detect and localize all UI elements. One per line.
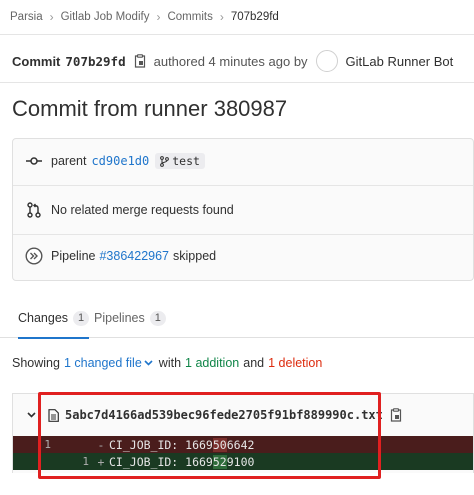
copy-icon[interactable] bbox=[390, 408, 402, 422]
divider bbox=[13, 185, 473, 186]
additions-count: 1 addition bbox=[185, 356, 240, 370]
page-title: Commit from runner 380987 bbox=[12, 96, 288, 121]
pipeline-skipped-icon[interactable] bbox=[25, 247, 43, 265]
diff-marker: - bbox=[97, 437, 105, 452]
chevron-down-icon[interactable] bbox=[144, 358, 153, 369]
old-line-number[interactable]: 1 bbox=[13, 438, 57, 451]
diff-code: CI_JOB_ID: 1669529100 bbox=[107, 454, 255, 469]
pipeline-row: Pipeline #386422967 skipped bbox=[13, 244, 473, 268]
branch-icon bbox=[160, 155, 170, 167]
diff-file-header[interactable]: 5abc7d4166ad539bec96fede2705f91bf889990c… bbox=[13, 394, 473, 436]
diff-stats: Showing 1 changed file with 1 addition a… bbox=[12, 356, 326, 370]
new-line-number[interactable]: 1 bbox=[57, 455, 95, 468]
commit-icon bbox=[25, 152, 43, 170]
breadcrumb-item-parsia[interactable]: Parsia bbox=[10, 11, 43, 23]
diff-marker: + bbox=[97, 454, 105, 469]
and-text: and bbox=[243, 356, 265, 370]
diff-line-deletion: 1 - CI_JOB_ID: 1669506642 bbox=[13, 436, 473, 453]
commit-sha: 707b29fd bbox=[65, 53, 126, 69]
commit-header: Commit 707b29fd authored 4 minutes ago b… bbox=[12, 50, 453, 72]
breadcrumb-item-current[interactable]: 707b29fd bbox=[231, 11, 279, 23]
tab-changes-count: 1 bbox=[73, 310, 90, 326]
chevron-right-icon: › bbox=[219, 10, 224, 24]
showing-text: Showing bbox=[12, 356, 60, 370]
changed-files-dropdown[interactable]: 1 changed file bbox=[64, 356, 142, 370]
chevron-right-icon: › bbox=[156, 10, 161, 24]
tab-changes-label: Changes bbox=[18, 311, 69, 325]
tab-pipelines-count: 1 bbox=[149, 310, 166, 326]
authored-text: authored 4 minutes ago by bbox=[153, 53, 308, 69]
diff-code: CI_JOB_ID: 1669506642 bbox=[107, 437, 255, 452]
code-suffix: 6642 bbox=[226, 437, 255, 452]
diff-filename[interactable]: 5abc7d4166ad539bec96fede2705f91bf889990c… bbox=[65, 408, 383, 422]
divider bbox=[13, 234, 473, 235]
tabs-bar: Changes 1 Pipelines 1 bbox=[0, 298, 474, 339]
commit-label: Commit bbox=[12, 53, 61, 69]
diff-line-addition: 1 + CI_JOB_ID: 1669529100 bbox=[13, 453, 473, 470]
parent-label: parent bbox=[51, 154, 87, 168]
merge-request-icon bbox=[25, 201, 43, 219]
file-icon bbox=[48, 408, 59, 422]
with-text: with bbox=[158, 356, 182, 370]
pipeline-status: skipped bbox=[173, 249, 217, 263]
avatar[interactable] bbox=[315, 50, 338, 72]
merge-requests-text: No related merge requests found bbox=[51, 203, 234, 217]
tab-changes[interactable]: Changes 1 bbox=[18, 298, 90, 339]
breadcrumb-item-commits[interactable]: Commits bbox=[167, 11, 212, 23]
merge-requests-row: No related merge requests found bbox=[13, 198, 473, 222]
pipeline-link[interactable]: #386422967 bbox=[99, 249, 169, 263]
author-name[interactable]: GitLab Runner Bot bbox=[346, 54, 454, 69]
tab-pipelines-label: Pipelines bbox=[94, 311, 145, 325]
code-prefix: CI_JOB_ID: 1669 bbox=[109, 454, 213, 469]
tab-pipelines[interactable]: Pipelines 1 bbox=[94, 298, 166, 338]
branch-badge[interactable]: test bbox=[155, 153, 205, 169]
parent-sha-link[interactable]: cd90e1d0 bbox=[91, 154, 149, 168]
breadcrumb: Parsia › Gitlab Job Modify › Commits › 7… bbox=[10, 8, 279, 26]
deletions-count: 1 deletion bbox=[268, 356, 323, 370]
copy-icon[interactable] bbox=[134, 54, 146, 68]
divider bbox=[0, 82, 474, 83]
chevron-down-icon[interactable] bbox=[27, 412, 36, 418]
branch-name: test bbox=[172, 154, 200, 168]
parent-row: parent cd90e1d0 test bbox=[13, 149, 473, 173]
chevron-right-icon: › bbox=[49, 10, 54, 24]
code-prefix: CI_JOB_ID: 1669 bbox=[109, 437, 213, 452]
diff-file: 5abc7d4166ad539bec96fede2705f91bf889990c… bbox=[12, 393, 474, 473]
code-changed: 50 bbox=[212, 437, 227, 452]
code-changed: 52 bbox=[212, 454, 227, 469]
commit-info-box: parent cd90e1d0 test No related merge re… bbox=[12, 138, 474, 281]
pipeline-label: Pipeline bbox=[51, 249, 96, 263]
divider bbox=[0, 34, 474, 35]
code-suffix: 9100 bbox=[226, 454, 255, 469]
breadcrumb-item-project[interactable]: Gitlab Job Modify bbox=[61, 11, 150, 23]
